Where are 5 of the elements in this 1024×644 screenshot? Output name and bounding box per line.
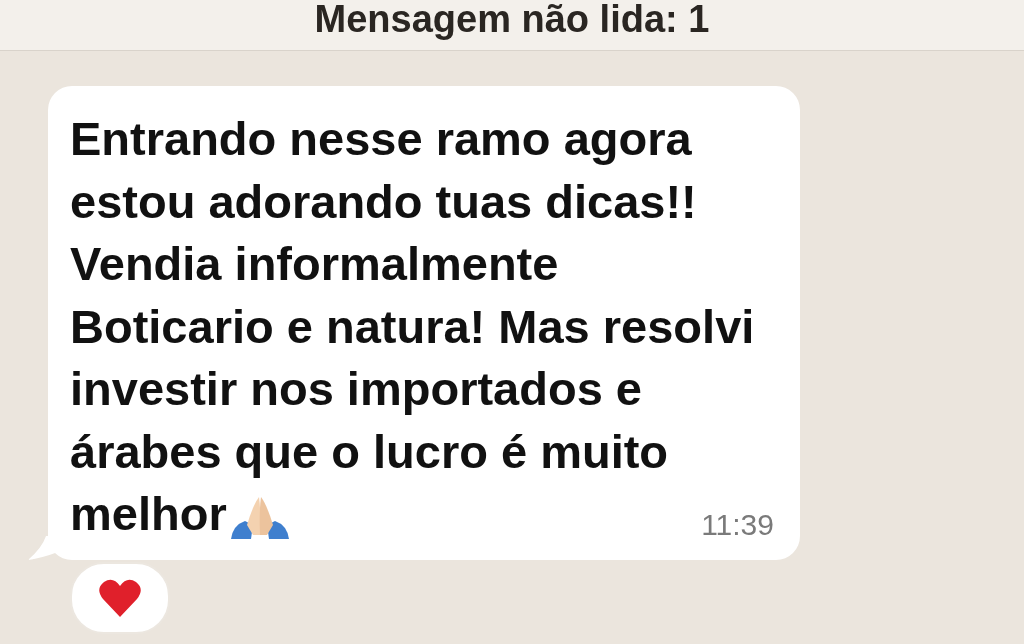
praying-hands-icon — [228, 495, 291, 542]
message-text: melhor — [70, 486, 227, 542]
unread-count-text: Mensagem não lida: 1 — [314, 0, 710, 42]
message-time: 11:39 — [701, 508, 774, 542]
heart-icon — [98, 578, 142, 618]
